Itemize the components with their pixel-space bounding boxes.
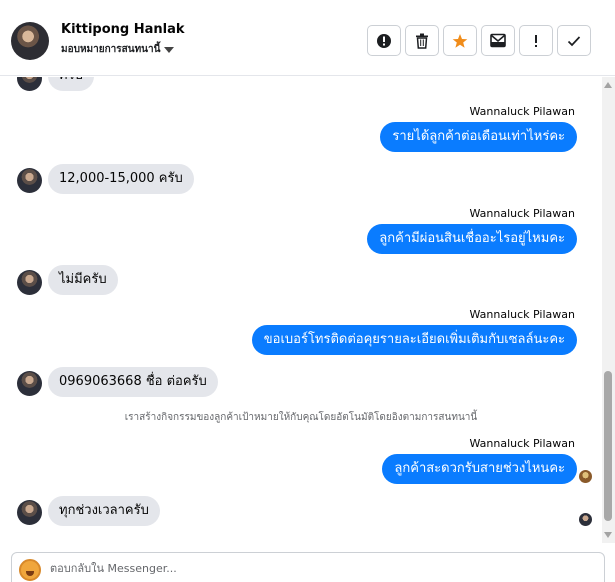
sender-name: Wannaluck Pilawan <box>469 437 576 450</box>
assign-conversation-dropdown[interactable]: มอบหมายการสนทนานี้ <box>61 42 175 57</box>
conversation-header: Kittipong Hanlak มอบหมายการสนทนานี้ <box>0 0 615 76</box>
incoming-message[interactable]: 12,000-15,000 ครับ <box>48 164 194 194</box>
mark-unread-button[interactable] <box>481 25 515 56</box>
sender-name: Wannaluck Pilawan <box>469 207 576 220</box>
caret-down-icon <box>164 46 175 53</box>
conversation-actions <box>367 25 591 56</box>
envelope-icon <box>490 33 506 48</box>
thread-scrollbar[interactable] <box>602 77 615 543</box>
scrollbar-thumb[interactable] <box>604 371 612 521</box>
mark-done-button[interactable] <box>557 25 591 56</box>
star-icon <box>452 33 468 48</box>
seen-avatar-icon <box>579 513 592 526</box>
incoming-message[interactable]: 0969063668 ชื่อ ต่อครับ <box>48 367 218 397</box>
outgoing-message[interactable]: ลูกค้ามีผ่อนสินเชื่ออะไรอยู่ไหมคะ <box>367 224 577 254</box>
contact-avatar-small <box>17 168 42 193</box>
incoming-message[interactable]: ไม่มีครับ <box>48 265 118 295</box>
incoming-message[interactable]: ครับ <box>48 77 94 91</box>
assign-conversation-label: มอบหมายการสนทนานี้ <box>61 44 161 55</box>
report-spam-button[interactable] <box>367 25 401 56</box>
check-icon <box>567 35 581 46</box>
outgoing-message[interactable]: ลูกค้าสะดวกรับสายช่วงไหนคะ <box>382 454 577 484</box>
contact-name[interactable]: Kittipong Hanlak <box>61 22 185 37</box>
follow-up-button[interactable] <box>519 25 553 56</box>
exclamation-icon <box>535 34 537 47</box>
outgoing-message[interactable]: รายได้ลูกค้าต่อเดือนเท่าไหร่คะ <box>380 122 577 152</box>
delete-button[interactable] <box>405 25 439 56</box>
contact-avatar[interactable] <box>11 22 49 60</box>
contact-avatar-small <box>17 500 42 525</box>
sender-name: Wannaluck Pilawan <box>469 308 576 321</box>
alert-circle-icon <box>377 33 391 48</box>
page-avatar-icon <box>19 559 41 581</box>
sender-name: Wannaluck Pilawan <box>469 105 576 118</box>
system-note: เราสร้างกิจกรรมของลูกค้าเป้าหมายให้กับคุ… <box>124 412 478 423</box>
incoming-message[interactable]: ทุกช่วงเวลาครับ <box>48 496 160 526</box>
seen-avatar-icon <box>579 470 592 483</box>
scroll-down-arrow-icon[interactable] <box>604 532 612 538</box>
message-thread[interactable]: ครับ Wannaluck Pilawan รายได้ลูกค้าต่อเด… <box>0 77 602 539</box>
trash-icon <box>416 33 428 49</box>
contact-avatar-small <box>17 371 42 396</box>
contact-avatar-small <box>17 77 42 91</box>
message-composer <box>11 552 605 582</box>
scroll-up-arrow-icon[interactable] <box>604 82 612 88</box>
star-button[interactable] <box>443 25 477 56</box>
contact-avatar-small <box>17 270 42 295</box>
outgoing-message[interactable]: ขอเบอร์โทรติดต่อคุยรายละเอียดเพิ่มเติมกั… <box>251 325 577 355</box>
reply-input[interactable] <box>50 562 450 575</box>
